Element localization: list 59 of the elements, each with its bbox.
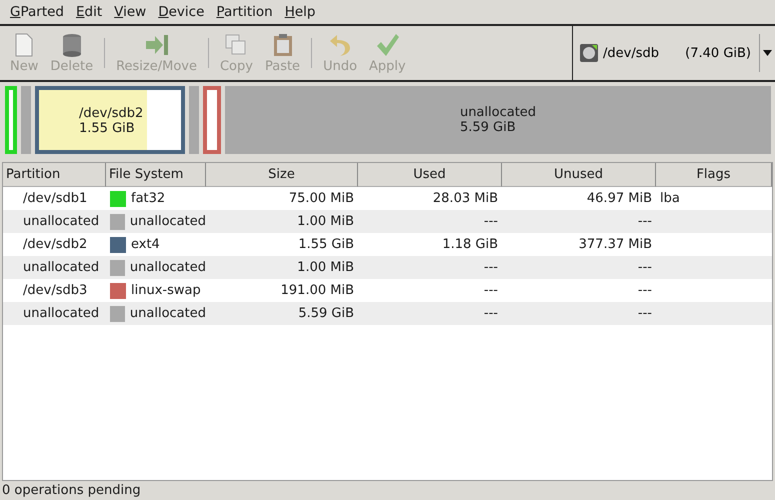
- menu-item[interactable]: View: [108, 4, 152, 20]
- table-cell-text: ---: [482, 306, 499, 321]
- table-cell-text: unallocated: [22, 260, 100, 275]
- table-cell-text: ---: [636, 283, 653, 298]
- table-cell-text: 1.55 GiB: [297, 237, 355, 252]
- table-cell-text: ---: [636, 214, 653, 229]
- table-cell: ext4: [131, 237, 160, 252]
- unallocated-block[interactable]: unallocated 5.59 GiB: [225, 86, 771, 154]
- column-header[interactable]: Flags: [656, 163, 772, 187]
- table-cell-text: 1.00 MiB: [296, 260, 355, 275]
- table-cell-text: /dev/sdb2: [22, 237, 88, 252]
- table-cell-text: 28.03 MiB: [432, 191, 499, 206]
- status-text: 0 operations pending: [2, 483, 141, 498]
- column-header[interactable]: File System: [106, 163, 206, 187]
- menu-item[interactable]: Partition: [210, 4, 279, 20]
- table-cell-text: 75.00 MiB: [288, 191, 355, 206]
- hard-drive-icon: [579, 43, 599, 63]
- partition-label: /dev/sdb2 1.55 GiB: [79, 106, 144, 136]
- unallocated-block[interactable]: [21, 86, 31, 154]
- partition-row[interactable]: unallocated unallocated 1.00 MiB --- ---: [3, 210, 772, 233]
- table-cell: linux-swap: [131, 283, 201, 298]
- column-header[interactable]: Partition: [3, 163, 106, 187]
- partition-block[interactable]: [203, 86, 221, 154]
- table-cell-text: ---: [636, 260, 653, 275]
- table-cell-text: lba: [659, 191, 681, 206]
- table-cell-text: 5.59 GiB: [297, 306, 355, 321]
- table-cell-text: 1.18 GiB: [441, 237, 499, 252]
- partition-block[interactable]: [5, 86, 17, 154]
- table-cell: unallocated: [130, 214, 206, 229]
- column-header[interactable]: Unused: [502, 163, 656, 187]
- menu-item[interactable]: Edit: [70, 4, 108, 20]
- table-cell-text: ---: [636, 306, 653, 321]
- arrow-to-bar-icon: [144, 32, 170, 58]
- dropdown-arrow-icon: [763, 50, 772, 56]
- table-cell-text: ---: [482, 283, 499, 298]
- unallocated-label: unallocated 5.59 GiB: [460, 105, 536, 135]
- partition-row[interactable]: unallocated unallocated 1.00 MiB --- ---: [3, 256, 772, 279]
- table-cell-text: 1.00 MiB: [296, 214, 355, 229]
- table-cell-text: ---: [482, 260, 499, 275]
- device-selector[interactable]: /dev/sdb (7.40 GiB): [579, 34, 775, 72]
- table-cell-text: 46.97 MiB: [586, 191, 653, 206]
- menu-item[interactable]: GParted: [4, 4, 70, 20]
- table-cell-text: unallocated: [22, 306, 100, 321]
- table-cell: fat32: [131, 191, 166, 206]
- column-header[interactable]: Used: [358, 163, 502, 187]
- table-cell: unallocated: [130, 260, 206, 275]
- table-cell-text: 377.37 MiB: [578, 237, 653, 252]
- checkmark-icon: [374, 32, 400, 58]
- table-cell-text: 191.00 MiB: [280, 283, 355, 298]
- column-header[interactable]: Size: [206, 163, 358, 187]
- partition-block[interactable]: /dev/sdb2 1.55 GiB: [35, 86, 185, 154]
- partition-row[interactable]: unallocated unallocated 5.59 GiB --- ---: [3, 302, 772, 325]
- table-cell: unallocated: [130, 306, 206, 321]
- menu-item[interactable]: Device: [152, 4, 210, 20]
- table-cell-text: ---: [482, 214, 499, 229]
- table-cell-text: unallocated: [22, 214, 100, 229]
- table-cell-text: /dev/sdb3: [22, 283, 88, 298]
- menu-item[interactable]: Help: [278, 4, 322, 20]
- table-cell-text: /dev/sdb1: [22, 191, 88, 206]
